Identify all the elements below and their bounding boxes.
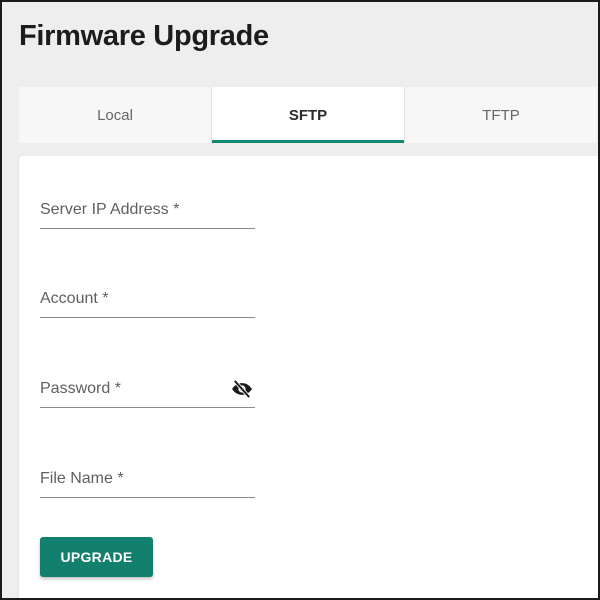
visibility-off-icon[interactable] (231, 380, 253, 398)
page-title: Firmware Upgrade (19, 20, 269, 52)
server-ip-field: Server IP Address * (40, 189, 255, 229)
account-field: Account * (40, 278, 255, 318)
upgrade-button[interactable]: UPGRADE (40, 537, 153, 577)
account-input[interactable] (40, 278, 255, 317)
server-ip-input[interactable] (40, 189, 255, 228)
tab-local[interactable]: Local (19, 87, 211, 143)
password-field: Password * (40, 368, 255, 408)
file-name-input[interactable] (40, 458, 255, 497)
password-input[interactable] (40, 368, 255, 407)
protocol-tabs: Local SFTP TFTP (19, 87, 598, 143)
firmware-upgrade-window: Firmware Upgrade Local SFTP TFTP Server … (0, 0, 600, 600)
file-name-field: File Name * (40, 458, 255, 498)
tab-tftp[interactable]: TFTP (405, 87, 597, 143)
sftp-form-card: Server IP Address * Account * Password *… (19, 156, 598, 598)
tab-sftp[interactable]: SFTP (212, 87, 404, 143)
